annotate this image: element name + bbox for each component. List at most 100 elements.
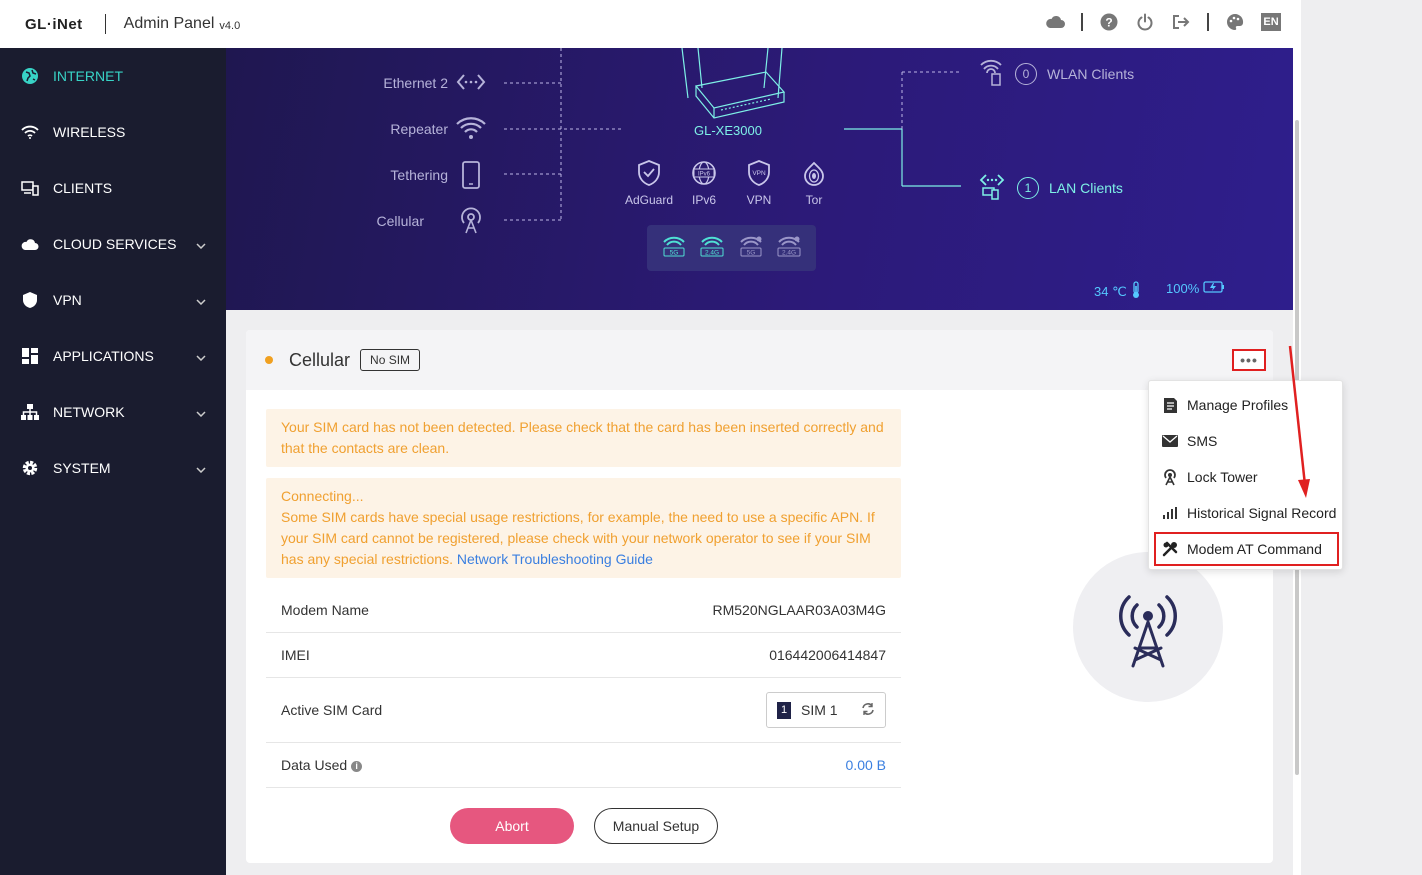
menu-item-modem-at-command[interactable]: Modem AT Command [1154,532,1339,566]
repeater-wifi-icon [455,116,487,145]
lan-clients[interactable]: 1 LAN Clients [979,172,1123,203]
sidebar-item-network[interactable]: NETWORK [0,384,226,440]
sidebar-item-applications[interactable]: APPLICATIONS [0,328,226,384]
app-title: Admin Panel [123,15,215,32]
info-icon[interactable]: i [351,760,363,772]
sim-value: SIM 1 [801,702,838,718]
sidebar-item-system[interactable]: SYSTEM [0,440,226,496]
menu-item-label: SMS [1187,433,1218,449]
wifi-24g-icon[interactable]: 2.4G [699,235,725,262]
abort-button[interactable]: Abort [450,808,574,844]
ellipsis-icon: ••• [1240,352,1258,368]
sidebar-item-label: NETWORK [53,404,125,420]
network-topology-panel: Ethernet 2 Repeater Tethering Cellular G… [226,48,1293,310]
vpn-shield-icon: VPN [734,158,784,188]
divider [1207,13,1209,31]
phone-icon [462,161,480,194]
logout-icon[interactable] [1171,12,1191,32]
app-version: v4.0 [219,19,241,32]
help-icon[interactable]: ? [1099,12,1119,32]
wifi-band-label: 5G [670,249,679,256]
power-icon[interactable] [1135,12,1155,32]
connection-repeater-label[interactable]: Repeater [318,121,448,137]
cell-tower-icon [1119,595,1177,668]
sidebar: INTERNET WIRELESS CLIENTS CLOUD SERVICES… [0,48,226,875]
wifi-5g-icon[interactable]: 5G [661,235,687,262]
sidebar-item-vpn[interactable]: VPN [0,272,226,328]
modem-name-label: Modem Name [281,601,369,618]
globe-icon [20,66,40,86]
feature-label: AdGuard [624,193,674,207]
data-used-label: Data Used [281,757,348,773]
battery-status: 100% [1166,281,1225,296]
sim-selector[interactable]: 1 SIM 1 [766,692,886,728]
wifi-bands-panel: 5G 2.4G 5G 2.4G [647,225,816,271]
guest-wifi-24g-icon[interactable]: 2.4G [776,235,802,262]
alert-title: Connecting... [281,488,364,504]
network-icon [20,402,40,422]
more-options-button[interactable]: ••• [1232,349,1266,371]
language-selector[interactable]: EN [1261,13,1281,31]
svg-text:IPv6: IPv6 [698,172,711,178]
guest-wifi-5g-icon[interactable]: 5G [738,235,764,262]
connecting-alert: Connecting... Some SIM cards have specia… [266,478,901,578]
feature-label: Tor [805,193,823,207]
data-used-value: 0.00 B [845,757,886,773]
card-header: Cellular No SIM ••• [246,330,1273,390]
sidebar-item-clients[interactable]: CLIENTS [0,160,226,216]
feature-tor[interactable]: Tor [789,158,839,207]
sim-status-badge: No SIM [360,349,421,371]
troubleshooting-link[interactable]: Network Troubleshooting Guide [457,551,653,567]
lan-clients-label: LAN Clients [1049,179,1123,196]
sim-not-detected-alert: Your SIM card has not been detected. Ple… [266,409,901,467]
lan-clients-count: 1 [1017,176,1039,199]
gear-icon [20,458,40,478]
menu-item-label: Manage Profiles [1187,397,1289,413]
connection-cellular-label[interactable]: Cellular [294,213,424,229]
svg-text:VPN: VPN [752,170,766,177]
top-bar: GL·iNet Admin Panel v4.0 ? EN [0,0,1301,48]
cloud-icon[interactable] [1045,12,1065,32]
feature-ipv6[interactable]: IPv6 IPv6 [679,158,729,207]
brand-logo[interactable]: GL·iNet [25,16,83,33]
theme-icon[interactable] [1225,12,1245,32]
active-sim-row: Active SIM Card 1 SIM 1 [266,678,901,743]
wifi-band-label: 2.4G [782,249,796,256]
shield-icon [20,290,40,310]
signal-bars-icon [1162,505,1178,521]
feature-adguard[interactable]: AdGuard [624,158,674,207]
alert-text: Your SIM card has not been detected. Ple… [281,419,884,456]
active-sim-label: Active SIM Card [281,702,383,718]
wlan-clients-label: WLAN Clients [1047,65,1135,82]
device-name: GL-XE3000 [694,123,762,138]
wlan-clients[interactable]: 0 WLAN Clients [979,58,1134,89]
sidebar-item-cloud-services[interactable]: CLOUD SERVICES [0,216,226,272]
lan-clients-icon [979,172,1005,203]
apps-icon [20,346,40,366]
cellular-antenna-icon [459,207,483,240]
sidebar-item-label: INTERNET [53,68,123,84]
envelope-icon [1162,433,1178,449]
divider [1081,13,1083,31]
feature-vpn[interactable]: VPN VPN [734,158,784,207]
ethernet-icon [456,72,486,97]
sidebar-item-label: CLOUD SERVICES [53,236,177,252]
sidebar-item-internet[interactable]: INTERNET [0,48,226,104]
menu-item-label: Modem AT Command [1187,541,1322,557]
connection-tethering-label[interactable]: Tethering [318,167,448,183]
thermometer-icon [1131,281,1141,302]
clients-icon [20,178,40,198]
wifi-band-label: 2.4G [705,249,719,256]
connection-ethernet-label[interactable]: Ethernet 2 [318,75,448,91]
ipv6-globe-icon: IPv6 [679,158,729,188]
swap-icon[interactable] [861,702,875,718]
profile-icon [1162,397,1178,413]
chevron-down-icon [196,292,206,308]
card-title: Cellular [289,349,351,370]
sidebar-item-label: CLIENTS [53,180,113,196]
sidebar-item-label: APPLICATIONS [53,348,154,364]
sidebar-item-wireless[interactable]: WIRELESS [0,104,226,160]
manual-setup-button[interactable]: Manual Setup [594,808,718,844]
temperature-status: 34 ℃ [1094,281,1141,302]
router-image [681,48,786,119]
